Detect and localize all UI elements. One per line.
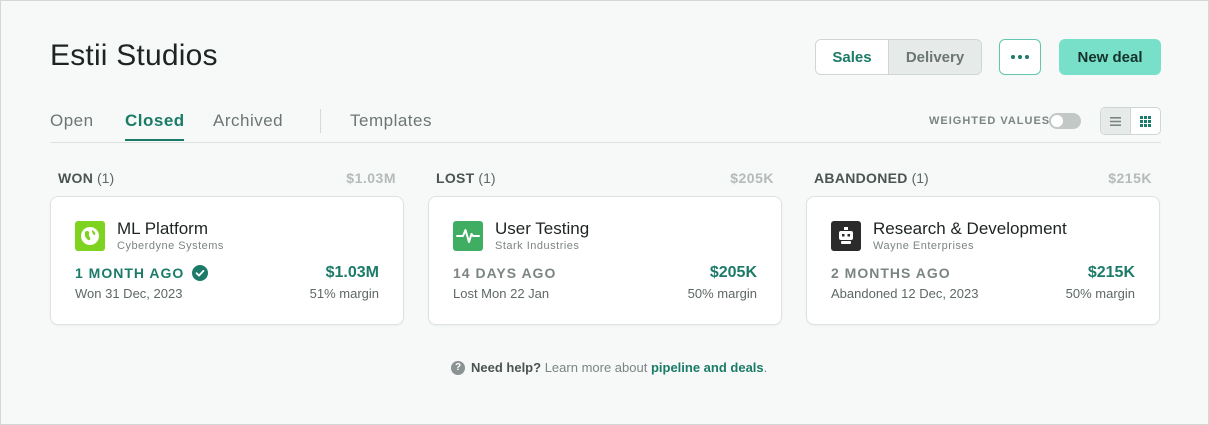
column-status: ABANDONED: [814, 170, 908, 186]
page-frame: Estii Studios Sales Delivery New deal Op…: [0, 0, 1209, 425]
column-count: (1): [97, 170, 115, 186]
new-deal-button[interactable]: New deal: [1059, 39, 1161, 75]
toggle-knob: [1051, 115, 1063, 127]
tab-closed[interactable]: Closed: [125, 111, 185, 131]
tab-templates[interactable]: Templates: [350, 111, 432, 131]
company-name: Cyberdyne Systems: [117, 240, 224, 252]
more-dots-icon: [1011, 55, 1015, 59]
deal-close-date: Lost Mon 22 Jan: [453, 286, 550, 301]
delivery-segment-button[interactable]: Delivery: [889, 40, 981, 74]
column-total: $205K: [730, 170, 774, 186]
weighted-values-toggle[interactable]: [1049, 113, 1081, 129]
help-footer: ? Need help? Learn more about pipeline a…: [451, 360, 767, 375]
deal-amount: $1.03M: [325, 264, 379, 281]
globe-icon: [81, 227, 99, 245]
deal-age: 2 MONTHS AGO: [831, 265, 951, 281]
company-logo: [75, 221, 105, 251]
tabs-divider: [50, 142, 1161, 143]
check-circle-icon: [192, 265, 208, 281]
help-lead: Need help?: [471, 360, 542, 375]
deal-card[interactable]: Research & Development Wayne Enterprises…: [806, 196, 1160, 325]
weighted-values-label: WEIGHTED VALUES: [929, 115, 1051, 127]
grid-view-button[interactable]: [1131, 108, 1160, 134]
column-count: (1): [911, 170, 929, 186]
page-title: Estii Studios: [50, 39, 218, 72]
list-icon: [1109, 116, 1121, 126]
tab-archived[interactable]: Archived: [213, 111, 283, 131]
pipeline-and-deals-link[interactable]: pipeline and deals: [651, 360, 764, 375]
question-icon: ?: [451, 360, 465, 375]
deal-close-date: Abandoned 12 Dec, 2023: [831, 286, 979, 301]
tab-divider: [320, 109, 321, 133]
column-header-lost: LOST (1): [436, 170, 496, 186]
list-view-button[interactable]: [1101, 108, 1131, 134]
deal-name: Research & Development: [873, 219, 1067, 238]
deal-name: ML Platform: [117, 219, 209, 238]
deal-name: User Testing: [495, 219, 590, 238]
sales-segment-button[interactable]: Sales: [816, 40, 889, 74]
deal-amount: $205K: [709, 264, 757, 281]
column-header-won: WON (1): [58, 170, 114, 186]
column-status: LOST: [436, 170, 475, 186]
pulse-icon: [456, 229, 480, 243]
grid-icon: [1139, 115, 1151, 127]
active-tab-indicator: [125, 139, 184, 141]
company-logo: [831, 221, 861, 251]
deal-card[interactable]: User Testing Stark Industries 14 DAYS AG…: [428, 196, 782, 325]
deal-age: 1 MONTH AGO: [75, 265, 185, 281]
deal-margin: 50% margin: [687, 286, 757, 301]
column-count: (1): [478, 170, 496, 186]
company-name: Wayne Enterprises: [873, 240, 975, 252]
tab-open[interactable]: Open: [50, 111, 94, 131]
view-mode-switch: [1100, 107, 1161, 135]
deal-margin: 51% margin: [309, 286, 379, 301]
more-options-button[interactable]: [999, 39, 1041, 75]
company-logo: [453, 221, 483, 251]
column-status: WON: [58, 170, 94, 186]
column-total: $215K: [1108, 170, 1152, 186]
column-header-abandoned: ABANDONED (1): [814, 170, 929, 186]
deal-amount: $215K: [1087, 264, 1135, 281]
deal-age: 14 DAYS AGO: [453, 265, 557, 281]
robot-icon: [839, 227, 853, 244]
column-total: $1.03M: [346, 170, 396, 186]
sales-delivery-switch: Sales Delivery: [815, 39, 982, 75]
company-name: Stark Industries: [495, 240, 580, 252]
help-end: .: [763, 360, 768, 375]
deal-card[interactable]: ML Platform Cyberdyne Systems 1 MONTH AG…: [50, 196, 404, 325]
deal-margin: 50% margin: [1065, 286, 1135, 301]
deal-close-date: Won 31 Dec, 2023: [75, 286, 183, 301]
help-text: Learn more about: [544, 360, 648, 375]
